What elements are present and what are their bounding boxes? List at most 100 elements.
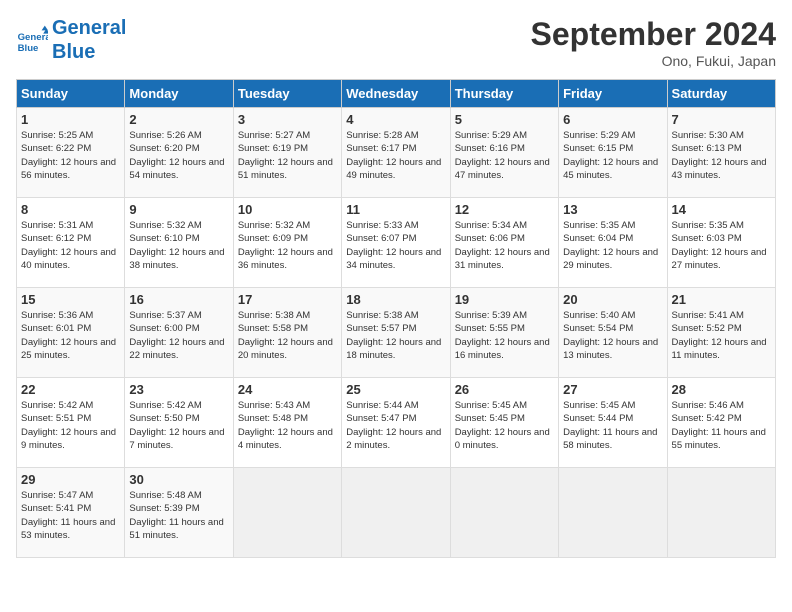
day-detail: Sunrise: 5:38 AM Sunset: 5:57 PM Dayligh… <box>346 309 445 362</box>
day-detail: Sunrise: 5:36 AM Sunset: 6:01 PM Dayligh… <box>21 309 120 362</box>
calendar-cell: 6 Sunrise: 5:29 AM Sunset: 6:15 PM Daylig… <box>559 108 667 198</box>
day-detail: Sunrise: 5:35 AM Sunset: 6:04 PM Dayligh… <box>563 219 662 272</box>
calendar-cell: 14Sunrise: 5:35 AM Sunset: 6:03 PM Dayli… <box>667 198 775 288</box>
day-number: 5 <box>455 112 554 127</box>
day-number: 30 <box>129 472 228 487</box>
day-detail: Sunrise: 5:29 AM Sunset: 6:16 PM Dayligh… <box>455 129 554 182</box>
calendar-cell: 25 Sunrise: 5:44 AM Sunset: 5:47 PM Dayli… <box>342 378 450 468</box>
day-detail: Sunrise: 5:43 AM Sunset: 5:48 PM Dayligh… <box>238 399 337 452</box>
day-detail: Sunrise: 5:46 AM Sunset: 5:42 PM Dayligh… <box>672 399 771 452</box>
day-detail: Sunrise: 5:35 AM Sunset: 6:03 PM Dayligh… <box>672 219 771 272</box>
day-number: 20 <box>563 292 662 307</box>
day-detail: Sunrise: 5:31 AM Sunset: 6:12 PM Dayligh… <box>21 219 120 272</box>
svg-text:Blue: Blue <box>18 43 39 54</box>
calendar-body: 1 Sunrise: 5:25 AM Sunset: 6:22 PM Daylig… <box>17 108 776 558</box>
calendar-cell: 26Sunrise: 5:45 AM Sunset: 5:45 PM Dayli… <box>450 378 558 468</box>
day-number: 26 <box>455 382 554 397</box>
day-detail: Sunrise: 5:30 AM Sunset: 6:13 PM Dayligh… <box>672 129 771 182</box>
day-detail: Sunrise: 5:32 AM Sunset: 6:10 PM Dayligh… <box>129 219 228 272</box>
day-number: 16 <box>129 292 228 307</box>
week-row-5: 29Sunrise: 5:47 AM Sunset: 5:41 PM Dayli… <box>17 468 776 558</box>
calendar-cell <box>233 468 341 558</box>
day-detail: Sunrise: 5:42 AM Sunset: 5:50 PM Dayligh… <box>129 399 228 452</box>
day-number: 12 <box>455 202 554 217</box>
calendar-cell: 19 Sunrise: 5:39 AM Sunset: 5:55 PM Dayli… <box>450 288 558 378</box>
calendar-cell: 21Sunrise: 5:41 AM Sunset: 5:52 PM Dayli… <box>667 288 775 378</box>
calendar-cell: 18 Sunrise: 5:38 AM Sunset: 5:57 PM Dayli… <box>342 288 450 378</box>
calendar-cell <box>450 468 558 558</box>
calendar-cell: 5 Sunrise: 5:29 AM Sunset: 6:16 PM Daylig… <box>450 108 558 198</box>
day-number: 17 <box>238 292 337 307</box>
calendar-table: SundayMondayTuesdayWednesdayThursdayFrid… <box>16 79 776 558</box>
calendar-cell: 10 Sunrise: 5:32 AM Sunset: 6:09 PM Dayli… <box>233 198 341 288</box>
calendar-cell <box>667 468 775 558</box>
calendar-cell: 22 Sunrise: 5:42 AM Sunset: 5:51 PM Dayli… <box>17 378 125 468</box>
day-number: 6 <box>563 112 662 127</box>
day-detail: Sunrise: 5:41 AM Sunset: 5:52 PM Dayligh… <box>672 309 771 362</box>
column-header-wednesday: Wednesday <box>342 80 450 108</box>
column-header-sunday: Sunday <box>17 80 125 108</box>
day-detail: Sunrise: 5:25 AM Sunset: 6:22 PM Dayligh… <box>21 129 120 182</box>
day-number: 3 <box>238 112 337 127</box>
week-row-4: 22 Sunrise: 5:42 AM Sunset: 5:51 PM Dayli… <box>17 378 776 468</box>
week-row-1: 1 Sunrise: 5:25 AM Sunset: 6:22 PM Daylig… <box>17 108 776 198</box>
calendar-cell <box>342 468 450 558</box>
calendar-cell: 23 Sunrise: 5:42 AM Sunset: 5:50 PM Dayli… <box>125 378 233 468</box>
day-detail: Sunrise: 5:34 AM Sunset: 6:06 PM Dayligh… <box>455 219 554 272</box>
day-number: 28 <box>672 382 771 397</box>
day-number: 27 <box>563 382 662 397</box>
page-header: General Blue General Blue September 2024… <box>16 16 776 69</box>
day-number: 10 <box>238 202 337 217</box>
day-number: 22 <box>21 382 120 397</box>
calendar-cell: 17 Sunrise: 5:38 AM Sunset: 5:58 PM Dayli… <box>233 288 341 378</box>
calendar-cell: 2Sunrise: 5:26 AM Sunset: 6:20 PM Daylig… <box>125 108 233 198</box>
calendar-cell: 8 Sunrise: 5:31 AM Sunset: 6:12 PM Daylig… <box>17 198 125 288</box>
month-title: September 2024 <box>531 16 776 53</box>
day-detail: Sunrise: 5:44 AM Sunset: 5:47 PM Dayligh… <box>346 399 445 452</box>
calendar-cell: 7 Sunrise: 5:30 AM Sunset: 6:13 PM Daylig… <box>667 108 775 198</box>
day-detail: Sunrise: 5:39 AM Sunset: 5:55 PM Dayligh… <box>455 309 554 362</box>
calendar-cell: 30Sunrise: 5:48 AM Sunset: 5:39 PM Dayli… <box>125 468 233 558</box>
svg-text:General: General <box>18 32 48 43</box>
day-number: 18 <box>346 292 445 307</box>
week-row-2: 8 Sunrise: 5:31 AM Sunset: 6:12 PM Daylig… <box>17 198 776 288</box>
calendar-cell: 13Sunrise: 5:35 AM Sunset: 6:04 PM Dayli… <box>559 198 667 288</box>
calendar-cell: 20 Sunrise: 5:40 AM Sunset: 5:54 PM Dayli… <box>559 288 667 378</box>
day-number: 23 <box>129 382 228 397</box>
title-block: September 2024 Ono, Fukui, Japan <box>531 16 776 69</box>
day-number: 29 <box>21 472 120 487</box>
day-detail: Sunrise: 5:29 AM Sunset: 6:15 PM Dayligh… <box>563 129 662 182</box>
day-number: 8 <box>21 202 120 217</box>
calendar-cell: 3 Sunrise: 5:27 AM Sunset: 6:19 PM Daylig… <box>233 108 341 198</box>
day-detail: Sunrise: 5:38 AM Sunset: 5:58 PM Dayligh… <box>238 309 337 362</box>
day-number: 19 <box>455 292 554 307</box>
day-detail: Sunrise: 5:37 AM Sunset: 6:00 PM Dayligh… <box>129 309 228 362</box>
day-number: 24 <box>238 382 337 397</box>
week-row-3: 15 Sunrise: 5:36 AM Sunset: 6:01 PM Dayli… <box>17 288 776 378</box>
day-number: 15 <box>21 292 120 307</box>
column-header-tuesday: Tuesday <box>233 80 341 108</box>
day-number: 9 <box>129 202 228 217</box>
calendar-cell <box>559 468 667 558</box>
calendar-cell: 16 Sunrise: 5:37 AM Sunset: 6:00 PM Dayli… <box>125 288 233 378</box>
day-detail: Sunrise: 5:27 AM Sunset: 6:19 PM Dayligh… <box>238 129 337 182</box>
day-number: 1 <box>21 112 120 127</box>
day-number: 7 <box>672 112 771 127</box>
day-number: 11 <box>346 202 445 217</box>
location: Ono, Fukui, Japan <box>531 53 776 69</box>
day-number: 25 <box>346 382 445 397</box>
day-number: 4 <box>346 112 445 127</box>
day-detail: Sunrise: 5:40 AM Sunset: 5:54 PM Dayligh… <box>563 309 662 362</box>
logo: General Blue General Blue <box>16 16 126 64</box>
column-header-saturday: Saturday <box>667 80 775 108</box>
day-detail: Sunrise: 5:33 AM Sunset: 6:07 PM Dayligh… <box>346 219 445 272</box>
day-detail: Sunrise: 5:42 AM Sunset: 5:51 PM Dayligh… <box>21 399 120 452</box>
calendar-cell: 9 Sunrise: 5:32 AM Sunset: 6:10 PM Daylig… <box>125 198 233 288</box>
calendar-cell: 15 Sunrise: 5:36 AM Sunset: 6:01 PM Dayli… <box>17 288 125 378</box>
day-detail: Sunrise: 5:32 AM Sunset: 6:09 PM Dayligh… <box>238 219 337 272</box>
calendar-cell: 27Sunrise: 5:45 AM Sunset: 5:44 PM Dayli… <box>559 378 667 468</box>
column-header-thursday: Thursday <box>450 80 558 108</box>
calendar-cell: 29Sunrise: 5:47 AM Sunset: 5:41 PM Dayli… <box>17 468 125 558</box>
column-header-monday: Monday <box>125 80 233 108</box>
column-header-friday: Friday <box>559 80 667 108</box>
